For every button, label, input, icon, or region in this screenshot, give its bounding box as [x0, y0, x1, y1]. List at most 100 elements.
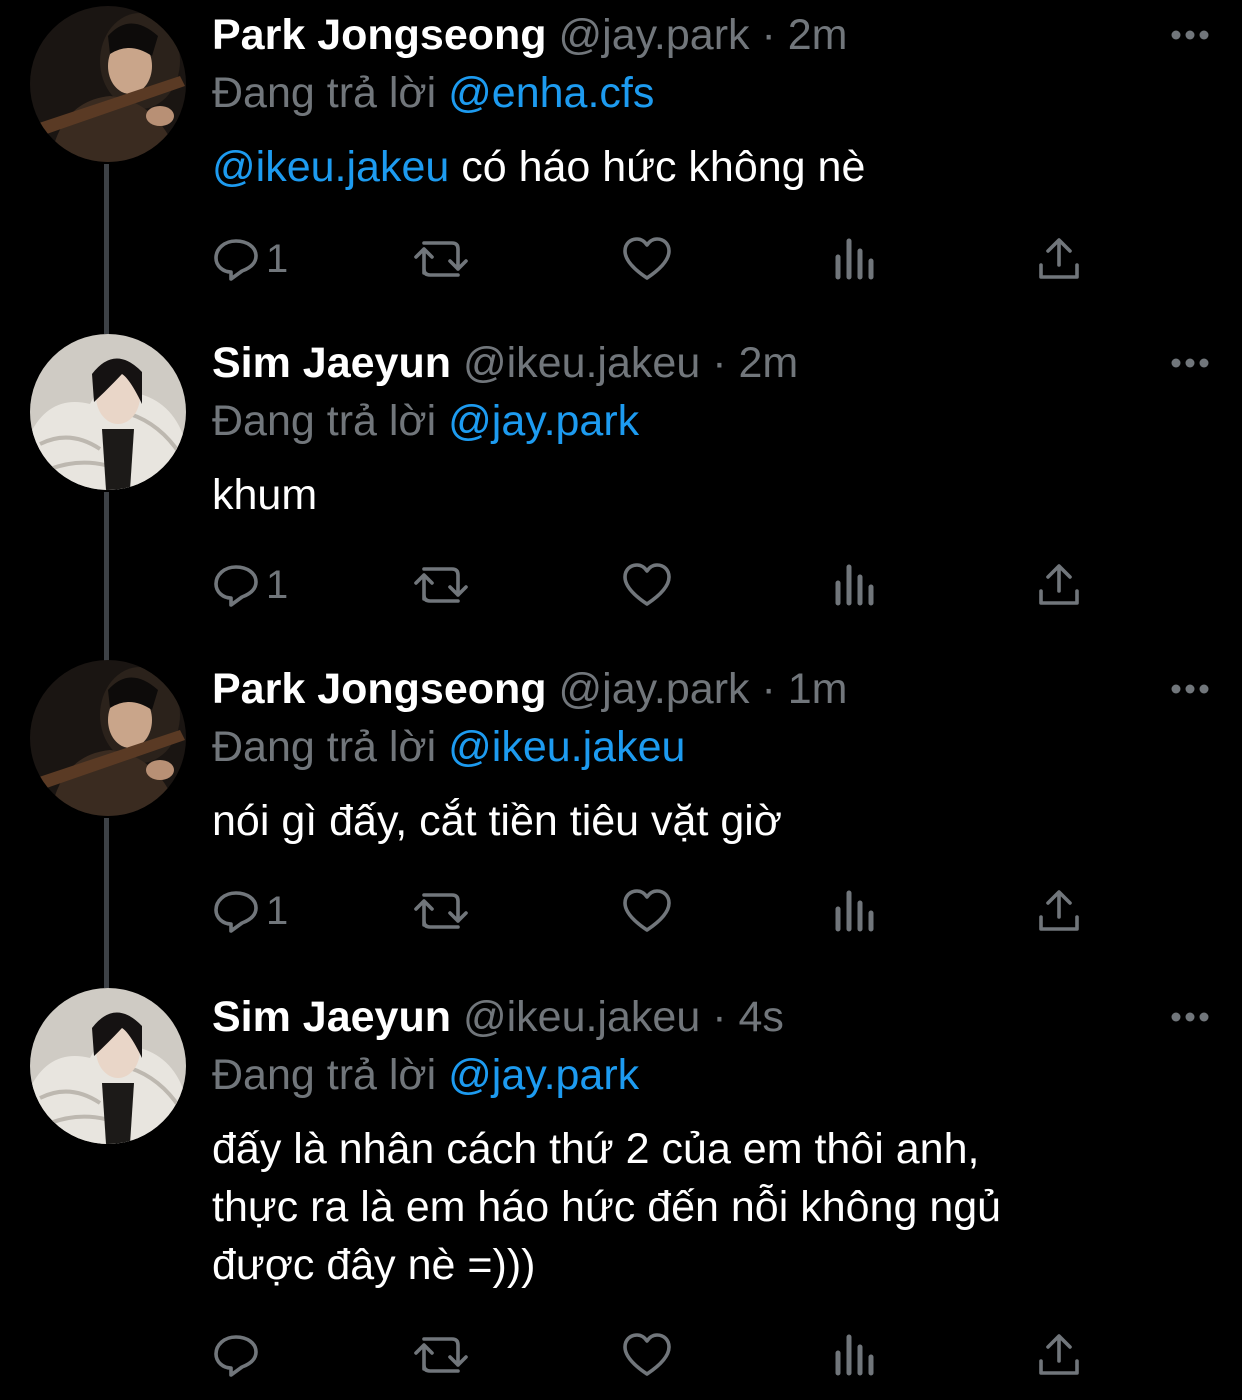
- reply-button[interactable]: 1: [212, 886, 288, 936]
- views-icon: [835, 890, 874, 932]
- retweet-button[interactable]: [412, 560, 472, 610]
- tweet-text-content: khum: [212, 471, 318, 519]
- tweet-text-line: đấy là nhân cách thứ 2 của em thôi anh,: [212, 1125, 980, 1173]
- tweet-text: @ikeu.jakeu có háo hức không nè: [212, 138, 1202, 196]
- timestamp[interactable]: 1m: [788, 665, 848, 713]
- views-button[interactable]: [832, 560, 876, 610]
- timestamp[interactable]: 2m: [738, 339, 798, 387]
- reply-button[interactable]: [212, 1330, 266, 1380]
- tweet-text-line: thực ra là em háo hức đến nỗi không ngủ: [212, 1183, 1002, 1231]
- display-name[interactable]: Sim Jaeyun: [212, 993, 451, 1041]
- views-button[interactable]: [832, 234, 876, 284]
- replying-to-link[interactable]: @ikeu.jakeu: [448, 723, 685, 771]
- retweet-icon: [414, 567, 468, 603]
- replying-to-label: Đang trả lời: [212, 397, 437, 445]
- reply-count: 1: [266, 236, 289, 281]
- more-options-button[interactable]: [1170, 682, 1210, 696]
- replying-to: Đang trả lời @jay.park: [212, 1046, 1202, 1104]
- tweet-actions: 1: [212, 234, 1092, 284]
- views-icon: [835, 1334, 874, 1376]
- share-icon: [1039, 1334, 1079, 1375]
- tweet-text-line: được đây nè =))): [212, 1241, 536, 1289]
- share-icon: [1039, 238, 1079, 279]
- tweet[interactable]: Park Jongseong @jay.park · 1m Đang trả l…: [0, 660, 1242, 950]
- separator-dot: ·: [712, 993, 727, 1041]
- retweet-button[interactable]: [412, 234, 472, 284]
- tweet-header: Sim Jaeyun @ikeu.jakeu · 2m: [212, 334, 1202, 392]
- display-name[interactable]: Park Jongseong: [212, 665, 547, 713]
- share-icon: [1039, 890, 1079, 931]
- more-options-icon: [1171, 30, 1209, 40]
- display-name[interactable]: Park Jongseong: [212, 11, 547, 59]
- share-button[interactable]: [1036, 1330, 1082, 1380]
- tweet-text-content: nói gì đấy, cắt tiền tiêu vặt giờ: [212, 797, 783, 845]
- guitar-player-avatar-icon: [30, 6, 186, 162]
- separator-dot: ·: [761, 11, 776, 59]
- more-options-button[interactable]: [1170, 356, 1210, 370]
- replying-to-label: Đang trả lời: [212, 69, 437, 117]
- like-button[interactable]: [622, 234, 672, 284]
- avatar[interactable]: [30, 334, 186, 490]
- views-button[interactable]: [832, 1330, 876, 1380]
- avatar[interactable]: [30, 988, 186, 1144]
- reply-icon: [214, 1335, 258, 1377]
- tweet-text-content: có háo hức không nè: [461, 143, 866, 191]
- separator-dot: ·: [712, 339, 727, 387]
- replying-to-link[interactable]: @jay.park: [448, 397, 639, 445]
- share-button[interactable]: [1036, 886, 1082, 936]
- retweet-icon: [414, 1337, 468, 1373]
- tweet-text: nói gì đấy, cắt tiền tiêu vặt giờ: [212, 792, 1202, 850]
- views-icon: [835, 238, 874, 280]
- guitar-player-avatar-icon: [30, 660, 186, 816]
- user-handle[interactable]: @jay.park: [558, 665, 749, 713]
- tweet[interactable]: Park Jongseong @jay.park · 2m Đang trả l…: [0, 6, 1242, 296]
- avatar[interactable]: [30, 660, 186, 816]
- tweet[interactable]: Sim Jaeyun @ikeu.jakeu · 2m Đang trả lời…: [0, 334, 1242, 624]
- reply-button[interactable]: 1: [212, 560, 288, 610]
- tweet-actions: [212, 1330, 1092, 1380]
- tweet-text: đấy là nhân cách thứ 2 của em thôi anh, …: [212, 1120, 1202, 1294]
- separator-dot: ·: [761, 665, 776, 713]
- replying-to-link[interactable]: @jay.park: [448, 1051, 639, 1099]
- user-handle[interactable]: @ikeu.jakeu: [463, 993, 700, 1041]
- display-name[interactable]: Sim Jaeyun: [212, 339, 451, 387]
- replying-to-label: Đang trả lời: [212, 723, 437, 771]
- replying-to-link[interactable]: @enha.cfs: [448, 69, 654, 117]
- retweet-icon: [414, 893, 468, 929]
- reply-button[interactable]: 1: [212, 234, 288, 284]
- white-puffer-jacket-avatar-icon: [30, 988, 186, 1144]
- mention-link[interactable]: @ikeu.jakeu: [212, 143, 449, 191]
- timestamp[interactable]: 4s: [738, 993, 783, 1041]
- like-button[interactable]: [622, 1330, 672, 1380]
- more-options-button[interactable]: [1170, 1010, 1210, 1024]
- share-button[interactable]: [1036, 234, 1082, 284]
- more-options-button[interactable]: [1170, 28, 1210, 42]
- heart-icon: [623, 237, 671, 280]
- user-handle[interactable]: @jay.park: [558, 11, 749, 59]
- like-button[interactable]: [622, 886, 672, 936]
- retweet-icon: [414, 241, 468, 277]
- more-options-icon: [1171, 358, 1209, 368]
- reply-icon: [214, 239, 258, 281]
- share-button[interactable]: [1036, 560, 1082, 610]
- retweet-button[interactable]: [412, 1330, 472, 1380]
- replying-to: Đang trả lời @ikeu.jakeu: [212, 718, 1202, 776]
- heart-icon: [623, 889, 671, 932]
- reply-icon: [214, 565, 258, 607]
- views-icon: [835, 564, 874, 606]
- tweet-text: khum: [212, 466, 1202, 524]
- more-options-icon: [1171, 684, 1209, 694]
- white-puffer-jacket-avatar-icon: [30, 334, 186, 490]
- tweet-actions: 1: [212, 886, 1092, 936]
- retweet-button[interactable]: [412, 886, 472, 936]
- user-handle[interactable]: @ikeu.jakeu: [463, 339, 700, 387]
- heart-icon: [623, 1333, 671, 1376]
- timestamp[interactable]: 2m: [788, 11, 848, 59]
- like-button[interactable]: [622, 560, 672, 610]
- reply-count: 1: [266, 562, 289, 607]
- tweet[interactable]: Sim Jaeyun @ikeu.jakeu · 4s Đang trả lời…: [0, 988, 1242, 1400]
- views-button[interactable]: [832, 886, 876, 936]
- avatar[interactable]: [30, 6, 186, 162]
- heart-icon: [623, 563, 671, 606]
- replying-to: Đang trả lời @enha.cfs: [212, 64, 1202, 122]
